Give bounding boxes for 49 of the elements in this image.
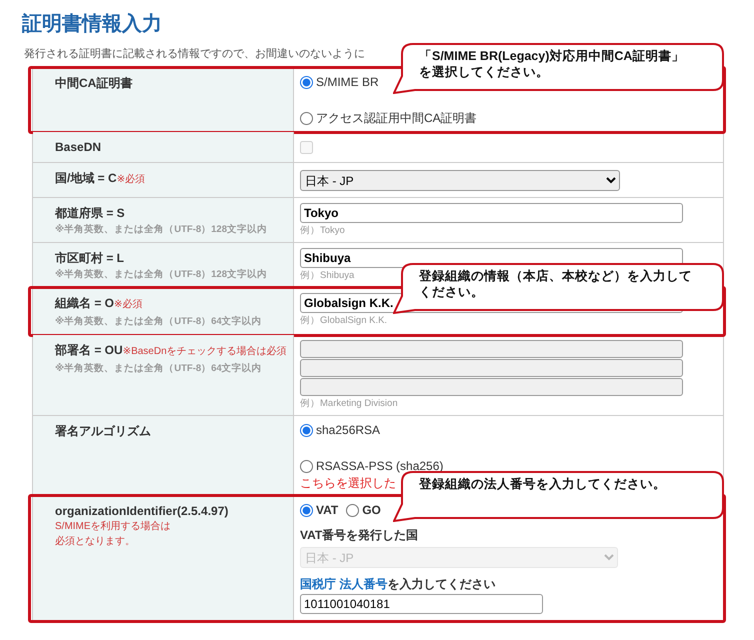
page-title: 証明書情報入力 [22, 12, 163, 37]
field-note: S/MIMEを利用する場合は [55, 521, 171, 532]
example-text: 例）Marketing Division [300, 397, 398, 411]
callout-text: ください。 [419, 285, 484, 299]
country-select[interactable]: 日本 - JP [300, 170, 620, 191]
radio-button[interactable] [300, 76, 313, 88]
link[interactable]: 法人番号 [339, 577, 388, 591]
radio-label[interactable]: VAT [316, 502, 338, 518]
required-note: ※必須 [114, 299, 142, 310]
callout-text: 登録組織の情報（本店、本校など）を入力して [419, 269, 692, 283]
field-label: 署名アルゴリズム [55, 424, 151, 438]
example-text: 例）Tokyo [300, 224, 345, 238]
field-label: VAT番号を発行した国 [300, 527, 418, 543]
example-text: 例）GlobalSign K.K. [300, 314, 388, 328]
radio-label[interactable]: sha256RSA [316, 422, 380, 438]
callout-text: 「S/MIME BR(Legacy)対応用中間CA証明書」 [419, 49, 684, 63]
field-note: ※半角英数、または全角（UTF-8）128文字以内 [55, 224, 267, 235]
intro-text: 発行される証明書に記載される情報ですので、お間違いのないように [24, 48, 365, 60]
field-label: organizationIdentifier(2.5.4.97) [55, 504, 228, 518]
field-label: 市区町村 = L [55, 251, 124, 265]
field-label: 組織名 = O [55, 296, 114, 310]
field-note: ※半角英数、または全角（UTF-8）64文字以内 [55, 363, 262, 374]
radio-label[interactable]: GO [362, 502, 381, 518]
field-label: 都道府県 = S [55, 206, 125, 220]
prompt-text: 国税庁 法人番号を入力してください [300, 576, 496, 592]
field-label: 国/地域 = C [55, 171, 117, 185]
radio-label[interactable]: RSASSA-PSS (sha256) [316, 458, 444, 474]
text-field[interactable]: Tokyo [300, 203, 683, 223]
field-note: ※半角英数、または全角（UTF-8）128文字以内 [55, 269, 267, 280]
field-label: BaseDN [55, 140, 102, 154]
radio-button[interactable] [300, 460, 313, 472]
radio-label[interactable]: S/MIME BR [316, 74, 379, 90]
field-label: 中間CA証明書 [55, 76, 132, 90]
field-note: ※半角英数、または全角（UTF-8）64文字以内 [55, 316, 262, 327]
field-note: 必須となります。 [55, 536, 135, 547]
radio-label[interactable]: アクセス認証用中間CA証明書 [316, 110, 477, 126]
number-field[interactable]: 1011001040181 [300, 594, 543, 614]
radio-button[interactable] [346, 504, 360, 516]
radio-button[interactable] [300, 424, 313, 436]
required-note: ※必須 [116, 174, 146, 185]
warning-text: こちらを選択した [300, 475, 396, 491]
required-note: ※BaseDnをチェックする場合は必須 [122, 346, 287, 357]
field-label: 部署名 = OU [55, 343, 123, 357]
callout-text: 登録組織の法人番号を入力してください。 [419, 477, 666, 491]
callout-text: を選択してください。 [419, 65, 549, 79]
radio-button[interactable] [300, 112, 313, 124]
radio-button[interactable] [300, 504, 313, 516]
example-text: 例）Shibuya [300, 269, 354, 283]
link[interactable]: 国税庁 [300, 577, 336, 591]
